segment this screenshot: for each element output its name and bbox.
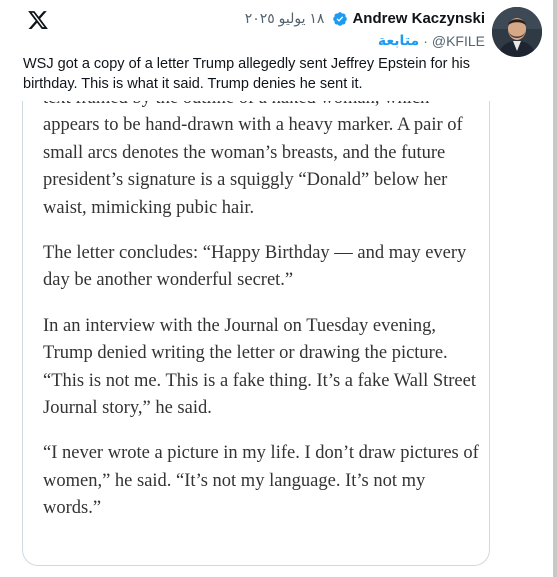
tweet-date[interactable]: ١٨ يوليو ٢٠٢٥ — [245, 10, 325, 27]
scrollbar-track[interactable] — [553, 0, 557, 577]
separator-dot: · — [423, 32, 428, 49]
scrollbar-thumb[interactable] — [553, 0, 557, 577]
article-paragraph: text framed by the outline of a naked wo… — [43, 101, 463, 218]
follow-button[interactable]: متابعة — [378, 32, 419, 49]
verified-badge-icon — [333, 11, 348, 26]
tweet-subheader: متابعة · @KFILE — [378, 32, 485, 49]
avatar-photo-icon — [492, 7, 542, 57]
article-paragraph: In an interview with the Journal on Tues… — [43, 315, 476, 419]
author-handle[interactable]: @KFILE — [432, 33, 485, 49]
tweet-header: ١٨ يوليو ٢٠٢٥ Andrew Kaczynski — [245, 10, 485, 27]
author-name[interactable]: Andrew Kaczynski — [352, 10, 485, 27]
x-logo-icon[interactable] — [27, 9, 49, 31]
tweet-text: WSJ got a copy of a letter Trump alleged… — [23, 56, 471, 92]
tweet-media-image[interactable]: text framed by the outline of a naked wo… — [22, 101, 490, 566]
article-paragraph: The letter concludes: “Happy Birthday — … — [43, 243, 467, 291]
article-paragraph: “I never wrote a picture in my life. I d… — [43, 443, 479, 519]
avatar[interactable] — [492, 7, 542, 57]
article-excerpt: text framed by the outline of a naked wo… — [43, 101, 483, 541]
